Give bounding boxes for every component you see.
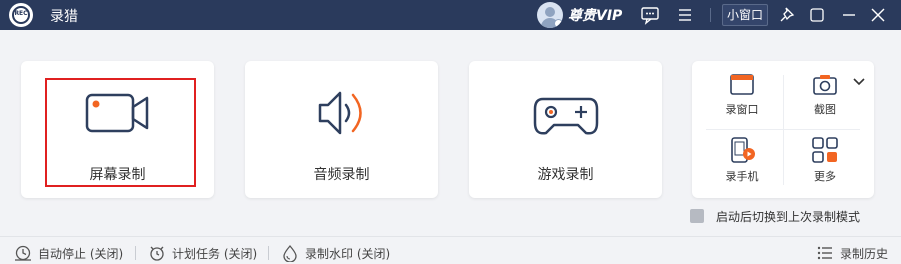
more-button[interactable]: 更多 <box>790 136 860 196</box>
chevron-down-icon[interactable] <box>852 77 866 87</box>
startup-option[interactable]: 启动后切换到上次录制模式 <box>690 208 860 224</box>
app-title: 录猎 <box>50 9 78 25</box>
mini-window-button[interactable]: 小窗口 <box>722 4 768 26</box>
more-grid-icon <box>812 137 838 163</box>
audio-record-card[interactable]: 音频录制 <box>245 61 438 198</box>
phone-record-label: 录手机 <box>725 170 759 183</box>
watermark-button[interactable]: 录制水印 (关闭) <box>281 244 390 262</box>
menu-icon[interactable] <box>674 4 696 26</box>
pin-icon[interactable] <box>777 4 799 26</box>
audio-record-label: 音频录制 <box>313 167 370 183</box>
record-history-button[interactable]: 录制历史 <box>816 244 888 262</box>
bottom-bar: 自动停止 (关闭) 计划任务 (关闭) 录制水印 (关闭) 录制历史 <box>0 236 901 264</box>
speaker-icon <box>245 83 438 143</box>
auto-stop-label: 自动停止 (关闭) <box>38 246 124 261</box>
gamepad-icon <box>469 83 662 143</box>
phone-record-icon <box>731 137 755 163</box>
startup-option-label: 启动后切换到上次录制模式 <box>716 209 861 224</box>
window-record-label: 录窗口 <box>725 103 759 116</box>
alarm-clock-icon <box>150 246 164 261</box>
clock-icon <box>15 245 31 261</box>
schedule-task-button[interactable]: 计划任务 (关闭) <box>148 244 257 262</box>
window-record-icon <box>730 74 754 95</box>
record-history-label: 录制历史 <box>840 246 889 261</box>
screenshot-button[interactable]: 截图 <box>790 73 860 133</box>
minimize-window-icon[interactable] <box>806 4 828 26</box>
tools-panel: 录窗口 截图 录手机 更多 <box>692 61 874 198</box>
schedule-task-label: 计划任务 (关闭) <box>172 246 258 261</box>
screenshot-label: 截图 <box>814 103 836 116</box>
game-record-card[interactable]: 游戏录制 <box>469 61 662 198</box>
water-drop-icon <box>283 245 297 262</box>
selection-highlight <box>45 78 196 187</box>
title-bar: REC 录猎 尊贵VIP 小窗口 <box>0 0 901 30</box>
startup-checkbox[interactable] <box>690 209 704 223</box>
message-icon[interactable] <box>639 4 661 26</box>
list-icon <box>817 246 832 260</box>
auto-stop-button[interactable]: 自动停止 (关闭) <box>14 244 123 262</box>
watermark-label: 录制水印 (关闭) <box>305 246 391 261</box>
vip-label[interactable]: 尊贵VIP <box>568 5 622 25</box>
game-record-label: 游戏录制 <box>537 167 594 183</box>
titlebar-divider <box>710 8 711 22</box>
close-icon[interactable] <box>867 4 889 26</box>
more-label: 更多 <box>814 170 836 183</box>
window-record-button[interactable]: 录窗口 <box>707 73 777 133</box>
phone-record-button[interactable]: 录手机 <box>707 136 777 196</box>
app-logo: REC <box>9 3 33 27</box>
user-avatar[interactable] <box>537 2 563 28</box>
minimize-icon[interactable] <box>838 4 860 26</box>
screenshot-icon <box>813 75 837 95</box>
